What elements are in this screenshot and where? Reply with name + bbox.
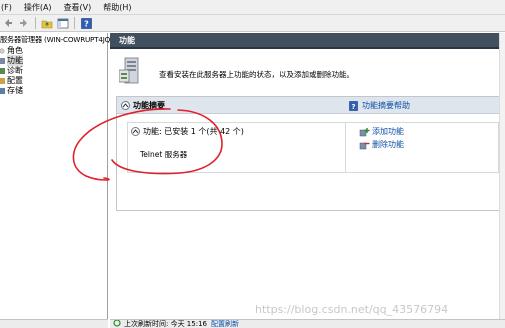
forward-icon[interactable] <box>17 17 31 30</box>
menu-file[interactable]: (F) <box>0 3 18 12</box>
refresh-icon <box>113 320 121 328</box>
vertical-scrollbar[interactable] <box>499 33 505 328</box>
collapse-icon[interactable] <box>131 127 140 136</box>
toolbar-separator <box>35 17 36 29</box>
features-detail-box: 功能: 已安装 1 个(共 42 个) Telnet 服务器 添加功能 删除功能 <box>127 122 499 173</box>
details-pane: 功能 查看安装在此服务器上功能的状态，以及添加或删除功能。 功能摘要 ? 功能摘… <box>110 33 505 328</box>
menu-action[interactable]: 操作(A) <box>18 2 58 13</box>
add-features-label: 添加功能 <box>372 127 404 136</box>
features-status-line: 功能: 已安装 1 个(共 42 个) <box>131 126 244 137</box>
features-status-panel: 功能: 已安装 1 个(共 42 个) Telnet 服务器 <box>128 123 346 172</box>
tree-item-storage[interactable]: 存储 <box>0 85 23 96</box>
storage-icon <box>0 87 6 95</box>
features-summary-header: 功能摘要 ? 功能摘要帮助 <box>117 97 504 114</box>
remove-features-link[interactable]: 删除功能 <box>359 139 404 150</box>
add-features-link[interactable]: 添加功能 <box>359 126 404 137</box>
tree-status-bar <box>0 319 108 328</box>
configure-refresh-link[interactable]: 配置刷新 <box>211 320 239 328</box>
features-icon <box>0 57 6 65</box>
features-summary-help-link[interactable]: ? 功能摘要帮助 <box>349 100 410 111</box>
console-tree: 服务器管理器 (WIN-COWRUPT4JQ 角色 功能 诊断 配置 存储 <box>0 33 110 328</box>
remove-features-icon <box>359 140 370 150</box>
features-summary-section: 功能摘要 ? 功能摘要帮助 功能: 已安装 1 个(共 42 个) Telnet… <box>116 96 505 211</box>
diagnostics-icon <box>0 67 6 75</box>
menu-view[interactable]: 查看(V) <box>58 2 98 13</box>
configuration-icon <box>0 77 6 85</box>
add-features-icon <box>359 127 370 137</box>
last-refresh-text: 上次刷新时间: 今天 15:16 <box>124 320 207 328</box>
help-link-label: 功能摘要帮助 <box>362 101 410 110</box>
intro-text: 查看安装在此服务器上功能的状态，以及添加或删除功能。 <box>159 70 354 79</box>
features-summary-title: 功能摘要 <box>133 100 165 110</box>
toolbar-separator <box>74 17 75 29</box>
help-icon[interactable]: ? <box>79 17 93 30</box>
page-title: 功能 <box>110 33 505 49</box>
roles-icon <box>0 47 6 55</box>
menu-bar: (F) 操作(A) 查看(V) 帮助(H) <box>0 0 505 15</box>
features-status-text: 功能: 已安装 1 个(共 42 个) <box>143 127 244 136</box>
show-hide-tree-icon[interactable] <box>56 17 70 30</box>
watermark: https://blog.csdn.net/qq_43576794 <box>255 303 449 316</box>
server-features-icon <box>118 56 145 86</box>
toolbar: ? <box>0 15 505 32</box>
svg-text:?: ? <box>351 103 355 111</box>
menu-help[interactable]: 帮助(H) <box>97 2 137 13</box>
tree-root-server-manager[interactable]: 服务器管理器 (WIN-COWRUPT4JQ <box>0 35 110 45</box>
tree-item-label: 存储 <box>7 86 23 95</box>
up-folder-icon[interactable] <box>40 17 54 30</box>
remove-features-label: 删除功能 <box>372 140 404 149</box>
help-book-icon: ? <box>349 100 358 111</box>
status-bar: 上次刷新时间: 今天 15:16 配置刷新 <box>110 319 505 328</box>
back-icon[interactable] <box>1 17 15 30</box>
installed-feature-item: Telnet 服务器 <box>140 150 188 159</box>
svg-text:?: ? <box>84 19 89 28</box>
collapse-icon[interactable] <box>121 100 130 110</box>
intro-panel: 查看安装在此服务器上功能的状态，以及添加或删除功能。 <box>110 51 505 91</box>
